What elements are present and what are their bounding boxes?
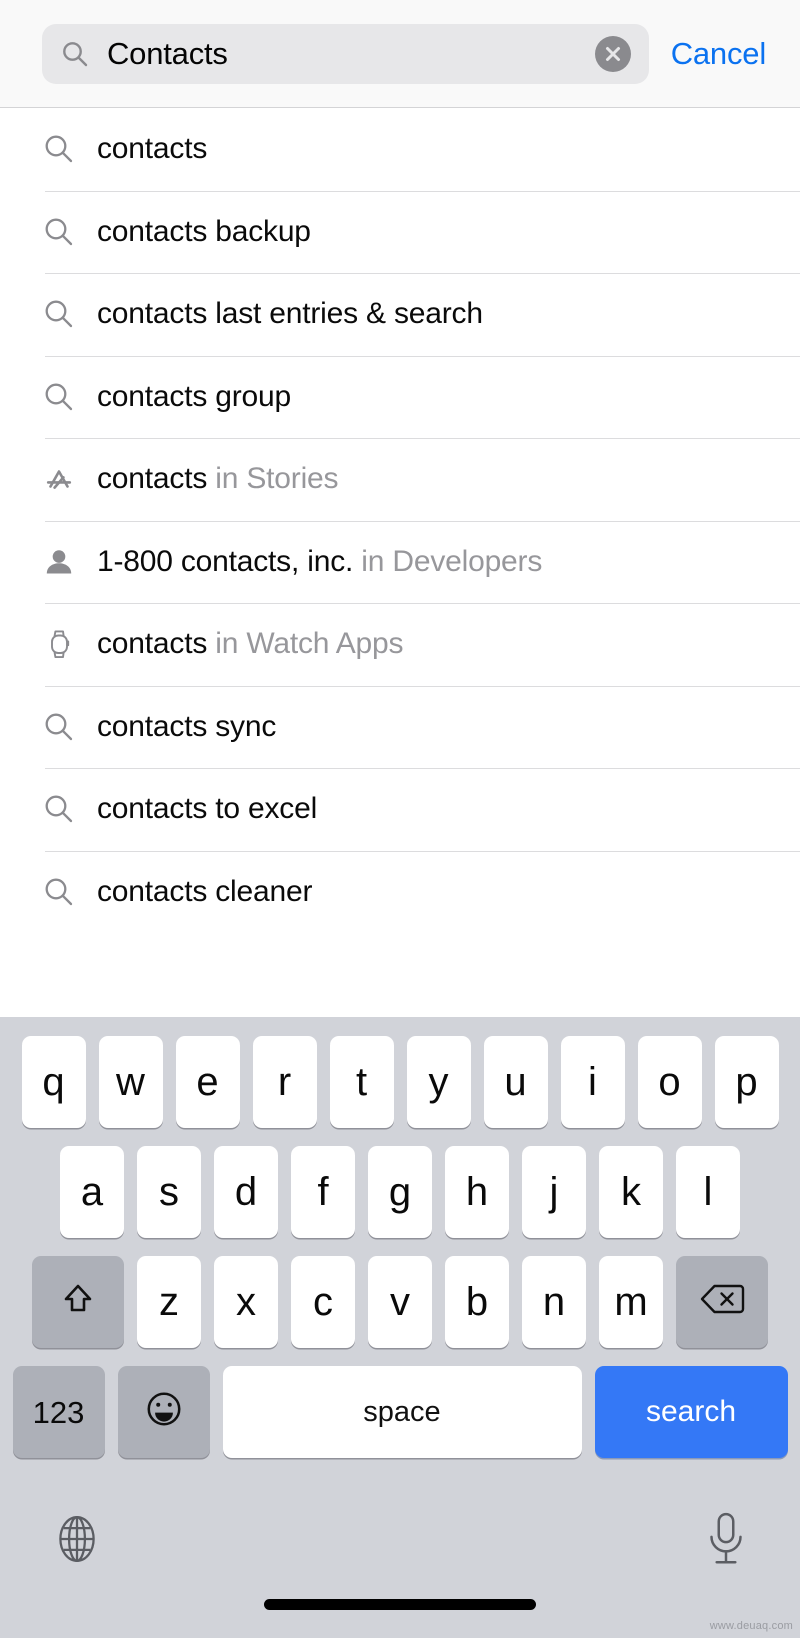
- backspace-key[interactable]: [676, 1256, 768, 1348]
- search-key[interactable]: search: [595, 1366, 788, 1458]
- key-e[interactable]: e: [176, 1036, 240, 1128]
- suggestion-label: contacts cleaner: [80, 877, 800, 907]
- suggestion-row[interactable]: contacts: [0, 108, 800, 191]
- suggestion-label: contacts backup: [80, 217, 800, 247]
- suggestion-label: contacts sync: [80, 712, 800, 742]
- cancel-button[interactable]: Cancel: [671, 36, 800, 72]
- key-a[interactable]: a: [60, 1146, 124, 1238]
- key-m[interactable]: m: [599, 1256, 663, 1348]
- search-suggestions-list: contacts contacts backup contacts last: [0, 108, 800, 1017]
- keyboard-bottom-bar: www.deuaq.com: [0, 1458, 800, 1638]
- watermark: www.deuaq.com: [710, 1620, 793, 1632]
- key-p[interactable]: p: [715, 1036, 779, 1128]
- key-i[interactable]: i: [561, 1036, 625, 1128]
- numbers-key[interactable]: 123: [13, 1366, 105, 1458]
- keyboard-row-3: z x c v b n m: [0, 1256, 800, 1348]
- key-w[interactable]: w: [99, 1036, 163, 1128]
- key-v[interactable]: v: [368, 1256, 432, 1348]
- person-icon: [38, 541, 80, 583]
- suggestion-label: 1-800 contacts, inc. in Developers: [80, 547, 800, 577]
- shift-icon: [58, 1279, 98, 1326]
- search-icon: [38, 788, 80, 830]
- key-y[interactable]: y: [407, 1036, 471, 1128]
- suggestion-label: contacts group: [80, 382, 800, 412]
- appstore-icon: [38, 458, 80, 500]
- key-x[interactable]: x: [214, 1256, 278, 1348]
- suggestion-label: contacts in Stories: [80, 464, 800, 494]
- shift-key[interactable]: [32, 1256, 124, 1348]
- clear-circle-icon[interactable]: [595, 36, 631, 72]
- suggestion-label: contacts: [80, 134, 800, 164]
- emoji-key[interactable]: [118, 1366, 210, 1458]
- software-keyboard: q w e r t y u i o p a s d f g h j k l: [0, 1017, 800, 1638]
- suggestion-scope: in Developers: [361, 545, 542, 578]
- key-f[interactable]: f: [291, 1146, 355, 1238]
- microphone-icon[interactable]: [702, 1510, 750, 1568]
- suggestion-row[interactable]: contacts to excel: [0, 768, 800, 851]
- key-d[interactable]: d: [214, 1146, 278, 1238]
- keyboard-row-1: q w e r t y u i o p: [0, 1036, 800, 1128]
- key-g[interactable]: g: [368, 1146, 432, 1238]
- suggestion-row[interactable]: contacts cleaner: [0, 851, 800, 934]
- key-l[interactable]: l: [676, 1146, 740, 1238]
- key-s[interactable]: s: [137, 1146, 201, 1238]
- search-icon: [38, 706, 80, 748]
- key-u[interactable]: u: [484, 1036, 548, 1128]
- backspace-icon: [699, 1282, 745, 1323]
- key-n[interactable]: n: [522, 1256, 586, 1348]
- search-input[interactable]: Contacts: [90, 38, 595, 69]
- search-icon: [38, 211, 80, 253]
- search-icon: [38, 293, 80, 335]
- key-b[interactable]: b: [445, 1256, 509, 1348]
- globe-icon[interactable]: [50, 1512, 104, 1566]
- search-header: Contacts Cancel: [0, 0, 800, 108]
- suggestion-row[interactable]: contacts backup: [0, 191, 800, 274]
- search-icon: [38, 376, 80, 418]
- keyboard-row-4: 123 space search: [0, 1366, 800, 1458]
- suggestion-label: contacts last entries & search: [80, 299, 800, 329]
- key-o[interactable]: o: [638, 1036, 702, 1128]
- search-icon: [38, 871, 80, 913]
- suggestion-row[interactable]: contacts sync: [0, 686, 800, 769]
- search-field[interactable]: Contacts: [42, 24, 649, 84]
- key-q[interactable]: q: [22, 1036, 86, 1128]
- watch-icon: [38, 623, 80, 665]
- suggestion-label: contacts to excel: [80, 794, 800, 824]
- suggestion-row[interactable]: contacts in Watch Apps: [0, 603, 800, 686]
- suggestion-row[interactable]: contacts last entries & search: [0, 273, 800, 356]
- emoji-icon: [143, 1388, 185, 1437]
- key-k[interactable]: k: [599, 1146, 663, 1238]
- key-r[interactable]: r: [253, 1036, 317, 1128]
- app-store-search-screen: Contacts Cancel contacts: [0, 0, 800, 1638]
- key-t[interactable]: t: [330, 1036, 394, 1128]
- home-indicator: [264, 1599, 536, 1610]
- suggestion-row[interactable]: contacts in Stories: [0, 438, 800, 521]
- keyboard-row-2: a s d f g h j k l: [0, 1146, 800, 1238]
- key-j[interactable]: j: [522, 1146, 586, 1238]
- key-h[interactable]: h: [445, 1146, 509, 1238]
- search-icon: [38, 128, 80, 170]
- suggestion-scope: in Watch Apps: [215, 627, 403, 660]
- key-z[interactable]: z: [137, 1256, 201, 1348]
- key-c[interactable]: c: [291, 1256, 355, 1348]
- suggestion-row[interactable]: contacts group: [0, 356, 800, 439]
- search-icon: [60, 39, 90, 69]
- suggestion-scope: in Stories: [215, 462, 338, 495]
- space-key[interactable]: space: [223, 1366, 582, 1458]
- suggestion-row[interactable]: 1-800 contacts, inc. in Developers: [0, 521, 800, 604]
- suggestion-label: contacts in Watch Apps: [80, 629, 800, 659]
